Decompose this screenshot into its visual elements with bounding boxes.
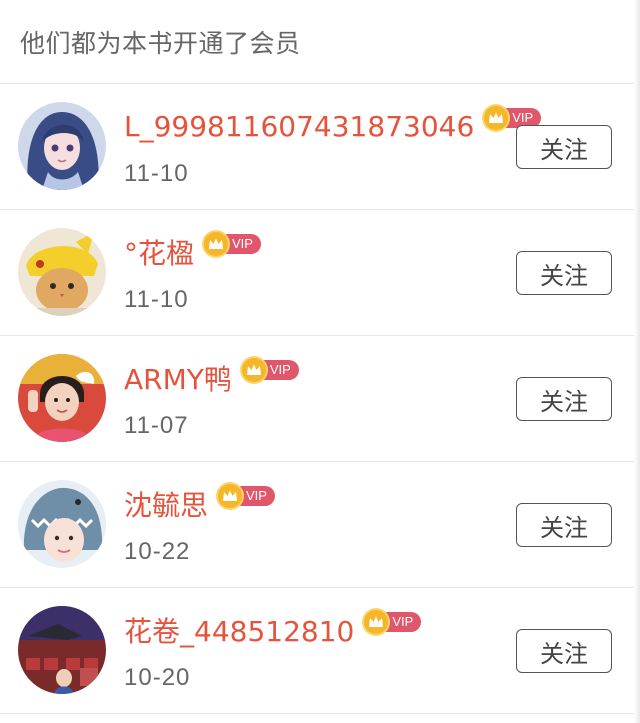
avatar[interactable]	[18, 102, 106, 190]
member-date: 11-07	[124, 412, 189, 439]
member-name[interactable]: °花楹	[124, 232, 194, 272]
name-line: 花卷_448512810 VIP	[124, 610, 422, 650]
crown-icon	[218, 484, 243, 508]
follow-button[interactable]: 关注	[516, 503, 612, 547]
scroll-edge	[634, 0, 640, 723]
vip-badge: VIP	[204, 232, 261, 256]
member-date: 10-20	[124, 664, 191, 691]
vip-badge: VIP	[241, 358, 299, 382]
follow-button[interactable]: 关注	[516, 125, 612, 169]
vip-badge: VIP	[364, 610, 422, 634]
member-date: 11-10	[124, 160, 189, 187]
member-row[interactable]: 沈毓思 VIP 10-22 关注	[0, 462, 640, 588]
avatar[interactable]	[18, 354, 106, 442]
member-row[interactable]: ARMY鸭 VIP 11-07 关注	[0, 336, 640, 462]
name-line: 沈毓思 VIP	[124, 484, 275, 524]
follow-button[interactable]: 关注	[516, 251, 612, 295]
shark-hood-avatar-icon	[18, 480, 106, 568]
anime-girl-avatar-icon	[18, 102, 106, 190]
name-line: ARMY鸭 VIP	[124, 358, 299, 398]
crown-icon	[241, 358, 266, 382]
crown-icon	[204, 232, 229, 256]
list-header: 他们都为本书开通了会员	[0, 0, 640, 84]
member-row[interactable]: 花卷_448512810 VIP 10-20 关注	[0, 588, 640, 714]
member-date: 11-10	[124, 286, 189, 313]
follow-button[interactable]: 关注	[516, 377, 612, 421]
vip-badge: VIP	[218, 484, 275, 508]
stage-performer-avatar-icon	[18, 606, 106, 694]
name-line: °花楹 VIP	[124, 232, 261, 272]
member-name[interactable]: 花卷_448512810	[124, 610, 354, 650]
member-date: 10-22	[124, 538, 191, 565]
cat-avatar-icon	[18, 228, 106, 316]
member-list: L_999811607431873046 VIP 11-10 关注 °花楹 VI…	[0, 84, 640, 714]
member-row[interactable]: L_999811607431873046 VIP 11-10 关注	[0, 84, 640, 210]
member-name[interactable]: 沈毓思	[124, 484, 208, 524]
avatar[interactable]	[18, 228, 106, 316]
member-name[interactable]: L_999811607431873046	[124, 110, 474, 143]
boy-avatar-icon	[18, 354, 106, 442]
follow-button[interactable]: 关注	[516, 629, 612, 673]
avatar[interactable]	[18, 606, 106, 694]
header-title: 他们都为本书开通了会员	[20, 28, 301, 58]
member-name[interactable]: ARMY鸭	[124, 358, 232, 398]
member-row[interactable]: °花楹 VIP 11-10 关注	[0, 210, 640, 336]
name-line: L_999811607431873046 VIP	[124, 106, 542, 146]
avatar[interactable]	[18, 480, 106, 568]
